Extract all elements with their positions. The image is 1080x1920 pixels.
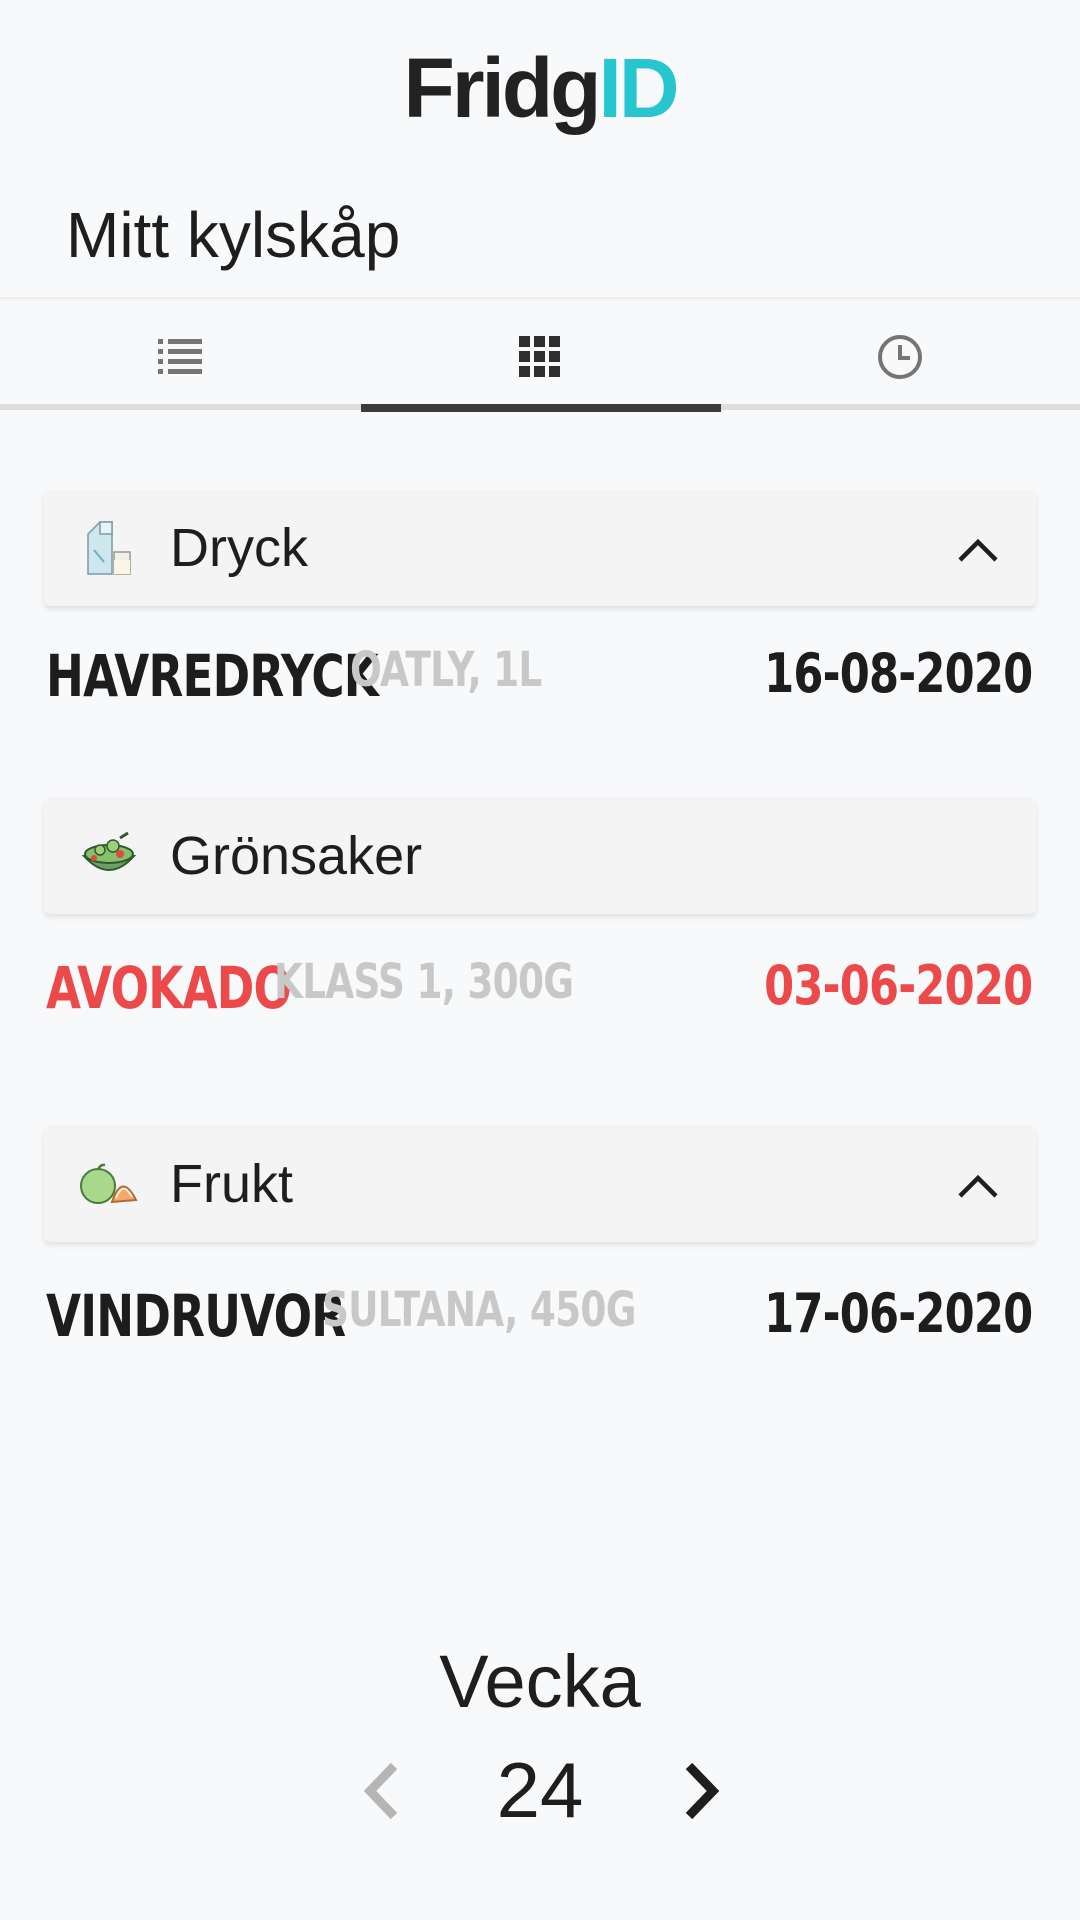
item-description: SULTANA, 450G	[322, 1282, 636, 1338]
chevron-right-icon[interactable]	[665, 1756, 735, 1826]
list-item[interactable]: AVOKADO KLASS 1, 300G 03-06-2020	[46, 954, 1033, 1034]
tab-list-view[interactable]	[0, 302, 360, 412]
list-item[interactable]: HAVREDRYCK OATLY, 1L 16-08-2020	[46, 642, 1033, 722]
list-icon	[158, 339, 202, 374]
week-label: Vecka	[439, 1640, 641, 1723]
item-name: AVOKADO	[46, 954, 292, 1022]
category-header-frukt[interactable]: Frukt	[44, 1126, 1036, 1242]
view-tabs	[0, 302, 1080, 412]
apple-orange-icon	[78, 1154, 140, 1214]
category-label: Frukt	[170, 1154, 294, 1214]
chevron-up-icon[interactable]	[954, 526, 1002, 574]
item-description: OATLY, 1L	[350, 642, 542, 698]
category-header-gronsaker[interactable]: Grönsaker	[44, 798, 1036, 914]
tab-grid-view[interactable]	[360, 302, 720, 412]
clock-icon	[878, 335, 922, 379]
title-divider	[0, 297, 1080, 301]
tab-history-view[interactable]	[720, 302, 1080, 412]
grid-icon	[519, 336, 560, 377]
page-title: Mitt kylskåp	[66, 199, 401, 271]
item-expiry-date: 16-08-2020	[763, 642, 1033, 705]
salad-bowl-icon	[78, 826, 140, 886]
item-expiry-date: 03-06-2020	[763, 954, 1033, 1017]
chevron-left-icon[interactable]	[350, 1756, 420, 1826]
category-label: Grönsaker	[170, 826, 423, 886]
milk-carton-icon	[78, 518, 140, 578]
chevron-up-icon[interactable]	[954, 1162, 1002, 1210]
app-screen: FridgID Mitt kylskåp Dryck HAVREDRYCK OA…	[0, 0, 1080, 1920]
item-name: HAVREDRYCK	[46, 642, 379, 710]
logo-text-fridg: Fridg	[403, 41, 602, 135]
list-item[interactable]: VINDRUVOR SULTANA, 450G 17-06-2020	[46, 1282, 1033, 1362]
category-label: Dryck	[170, 518, 308, 578]
app-logo: FridgID	[0, 38, 1080, 138]
active-tab-indicator	[361, 404, 721, 412]
category-header-dryck[interactable]: Dryck	[44, 490, 1036, 606]
logo-text-id: ID	[598, 41, 679, 135]
week-navigator: 24	[0, 1740, 1080, 1840]
week-number: 24	[496, 1746, 584, 1834]
item-expiry-date: 17-06-2020	[763, 1282, 1033, 1345]
item-name: VINDRUVOR	[46, 1282, 346, 1350]
item-description: KLASS 1, 300G	[274, 954, 574, 1010]
